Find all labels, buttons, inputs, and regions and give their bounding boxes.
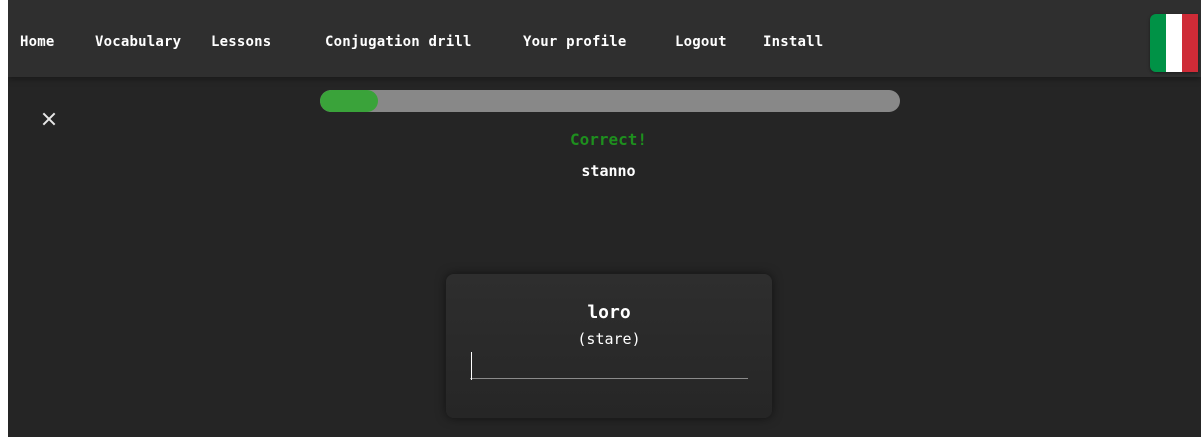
flag-stripe-white xyxy=(1166,14,1182,72)
nav-profile-link[interactable]: Your profile xyxy=(523,34,627,50)
conjugation-card: loro (stare) xyxy=(446,274,772,418)
top-navbar: Home Vocabulary Lessons Conjugation dril… xyxy=(8,0,1201,77)
nav-logout-link[interactable]: Logout xyxy=(675,34,727,50)
feedback-message: Correct! xyxy=(569,130,648,149)
answer-input[interactable] xyxy=(470,352,748,379)
progress-bar xyxy=(320,90,900,112)
nav-home-link[interactable]: Home xyxy=(20,34,55,50)
nav-lessons-link[interactable]: Lessons xyxy=(211,34,271,50)
correct-answer-text: stanno xyxy=(581,162,636,180)
app-frame: Home Vocabulary Lessons Conjugation dril… xyxy=(8,0,1201,437)
progress-bar-fill xyxy=(320,90,378,112)
nav-install-link[interactable]: Install xyxy=(763,34,823,50)
nav-conjugation-drill-link[interactable]: Conjugation drill xyxy=(325,34,472,50)
pronoun-prompt: loro xyxy=(587,302,631,323)
verb-infinitive: (stare) xyxy=(577,330,641,348)
nav-vocabulary-link[interactable]: Vocabulary xyxy=(95,34,181,50)
text-caret xyxy=(471,352,472,380)
close-icon[interactable] xyxy=(38,108,60,130)
flag-stripe-green xyxy=(1150,14,1166,72)
italian-flag-icon[interactable] xyxy=(1150,14,1198,72)
flag-stripe-red xyxy=(1182,14,1198,72)
